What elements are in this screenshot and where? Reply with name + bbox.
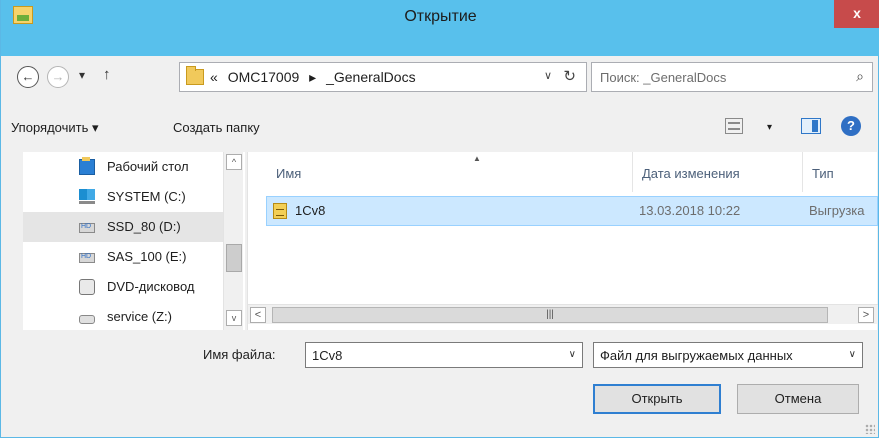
- file-type-filter-select[interactable]: Файл для выгружаемых данных ∨: [593, 342, 863, 368]
- column-header-type[interactable]: Тип: [802, 152, 878, 192]
- scroll-up-icon[interactable]: ^: [226, 154, 242, 170]
- filelist-horizontal-scrollbar[interactable]: < ||| >: [248, 304, 878, 324]
- file-list: Имя ▲ Дата изменения Тип 1Cv8 13.03.2018…: [247, 152, 878, 330]
- toolbar: Упорядочить ▾ Создать папку ▾ ?: [1, 112, 878, 144]
- file-type: Выгрузка: [809, 203, 865, 218]
- file-date: 13.03.2018 10:22: [639, 203, 741, 218]
- up-button[interactable]: ↑: [103, 66, 111, 83]
- nav-item-label: SAS_100 (E:): [107, 249, 187, 264]
- sort-ascending-icon: ▲: [473, 154, 481, 163]
- organize-button[interactable]: Упорядочить ▾: [11, 120, 99, 136]
- navpane-vertical-scrollbar[interactable]: ^ v: [223, 152, 243, 330]
- nav-item-label: service (Z:): [107, 309, 172, 324]
- scroll-thumb[interactable]: [226, 244, 242, 272]
- breadcrumb-omc17009[interactable]: OMC17009: [228, 69, 300, 85]
- breadcrumb-overflow[interactable]: «: [210, 69, 218, 85]
- title-bar: Открытие x: [1, 0, 879, 56]
- view-options-icon[interactable]: [725, 118, 743, 134]
- search-input[interactable]: Поиск: _GeneralDocs ⌕: [591, 62, 873, 92]
- filename-label: Имя файла:: [203, 347, 276, 362]
- column-header-label: Тип: [812, 166, 834, 181]
- address-bar[interactable]: « OMC17009 ▸ _GeneralDocs ∨ ↻: [179, 62, 587, 92]
- scroll-thumb[interactable]: |||: [272, 307, 828, 323]
- filter-dropdown-icon[interactable]: ∨: [848, 349, 856, 360]
- hdd-icon: [79, 223, 95, 233]
- cancel-button[interactable]: Отмена: [737, 384, 859, 414]
- network-drive-icon: [79, 315, 95, 324]
- nav-item-dvd[interactable]: DVD-дисковод: [23, 272, 223, 302]
- nav-item-sas-e[interactable]: SAS_100 (E:): [23, 242, 223, 272]
- resize-grip-icon[interactable]: [865, 424, 875, 434]
- nav-item-ssd-d[interactable]: SSD_80 (D:): [23, 212, 223, 242]
- breadcrumb: « OMC17009 ▸ _GeneralDocs: [210, 69, 422, 86]
- recent-locations-dropdown[interactable]: ▾: [79, 68, 85, 82]
- help-icon[interactable]: ?: [841, 116, 861, 136]
- file-name: 1Cv8: [295, 203, 326, 218]
- scroll-left-icon[interactable]: <: [250, 307, 266, 323]
- column-header-label: Имя: [276, 166, 302, 181]
- filename-value: 1Cv8: [312, 348, 343, 363]
- view-dropdown-icon[interactable]: ▾: [767, 122, 772, 133]
- filename-input[interactable]: 1Cv8 ∨: [305, 342, 583, 368]
- open-button[interactable]: Открыть: [593, 384, 721, 414]
- column-header-name[interactable]: Имя ▲: [266, 152, 632, 192]
- navigation-bar: ← → ▾ ↑ « OMC17009 ▸ _GeneralDocs ∨ ↻ По…: [7, 60, 875, 94]
- nav-item-desktop[interactable]: Рабочий стол: [23, 152, 223, 182]
- breadcrumb-separator-icon[interactable]: ▸: [309, 69, 316, 85]
- column-header-label: Дата изменения: [642, 166, 740, 181]
- folder-icon: [186, 66, 204, 85]
- nav-item-service-z[interactable]: service (Z:): [23, 302, 223, 332]
- file-icon: [273, 203, 287, 219]
- column-header-date[interactable]: Дата изменения: [632, 152, 802, 192]
- preview-pane-icon[interactable]: [801, 118, 821, 134]
- hdd-icon: [79, 253, 95, 263]
- close-button[interactable]: x: [834, 0, 879, 28]
- refresh-icon[interactable]: ↻: [563, 67, 576, 85]
- forward-button[interactable]: →: [47, 66, 69, 88]
- system-drive-icon: [79, 189, 95, 205]
- nav-item-label: SSD_80 (D:): [107, 219, 181, 234]
- address-dropdown-icon[interactable]: ∨: [544, 69, 552, 82]
- scroll-down-icon[interactable]: v: [226, 310, 242, 326]
- navigation-pane: Рабочий стол SYSTEM (C:) SSD_80 (D:) SAS…: [23, 152, 245, 330]
- search-icon[interactable]: ⌕: [856, 68, 864, 85]
- open-file-dialog: Открытие x ← → ▾ ↑ « OMC17009 ▸ _General…: [0, 0, 879, 438]
- nav-item-label: Рабочий стол: [107, 159, 189, 174]
- desktop-icon: [79, 157, 95, 175]
- nav-item-label: DVD-дисковод: [107, 279, 195, 294]
- file-row[interactable]: 1Cv8 13.03.2018 10:22 Выгрузка: [266, 196, 878, 226]
- breadcrumb-generaldocs[interactable]: _GeneralDocs: [326, 69, 416, 85]
- filename-dropdown-icon[interactable]: ∨: [569, 349, 576, 360]
- back-button[interactable]: ←: [17, 66, 39, 88]
- nav-item-system-c[interactable]: SYSTEM (C:): [23, 182, 223, 212]
- file-type-filter-value: Файл для выгружаемых данных: [600, 348, 793, 363]
- window-title: Открытие: [404, 8, 477, 25]
- scroll-right-icon[interactable]: >: [858, 307, 874, 323]
- new-folder-button[interactable]: Создать папку: [173, 120, 260, 135]
- nav-item-label: SYSTEM (C:): [107, 189, 186, 204]
- dvd-icon: [79, 279, 95, 295]
- search-placeholder: Поиск: _GeneralDocs: [600, 70, 727, 85]
